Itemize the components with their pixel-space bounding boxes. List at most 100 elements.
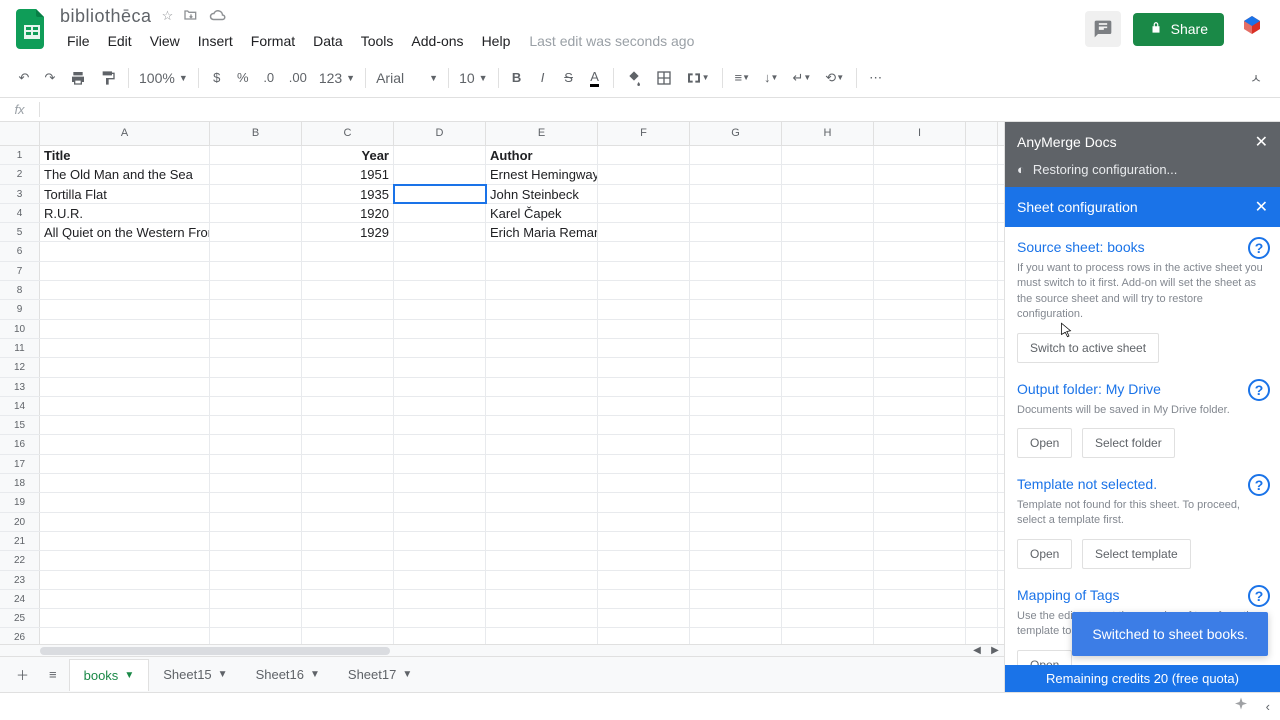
row-header[interactable]: 14 — [0, 397, 40, 415]
cell[interactable] — [598, 262, 690, 280]
cell[interactable] — [598, 455, 690, 473]
cell[interactable] — [598, 146, 690, 164]
cell[interactable] — [782, 455, 874, 473]
cell[interactable] — [210, 571, 302, 589]
cell[interactable] — [40, 339, 210, 357]
cell[interactable] — [874, 146, 966, 164]
cell[interactable] — [302, 532, 394, 550]
cell[interactable] — [966, 590, 998, 608]
cell[interactable] — [210, 300, 302, 318]
cell[interactable] — [782, 590, 874, 608]
cell[interactable] — [690, 590, 782, 608]
cell[interactable]: 1951 — [302, 165, 394, 183]
cell[interactable] — [782, 204, 874, 222]
number-format-select[interactable]: 123▼ — [315, 68, 359, 88]
cell[interactable] — [966, 339, 998, 357]
cell[interactable]: The Old Man and the Sea — [40, 165, 210, 183]
switch-sheet-button[interactable]: Switch to active sheet — [1017, 333, 1159, 363]
italic-button[interactable]: I — [531, 65, 555, 91]
cell[interactable] — [302, 378, 394, 396]
text-color-button[interactable]: A — [583, 65, 607, 91]
cell[interactable] — [782, 416, 874, 434]
cell[interactable] — [598, 397, 690, 415]
cell[interactable] — [966, 242, 998, 260]
horizontal-align-button[interactable]: ≡▼ — [729, 65, 757, 91]
cell[interactable] — [782, 571, 874, 589]
cell[interactable] — [782, 474, 874, 492]
cell[interactable] — [966, 358, 998, 376]
cell[interactable] — [598, 281, 690, 299]
row-header[interactable]: 20 — [0, 513, 40, 531]
cell[interactable] — [486, 532, 598, 550]
cell[interactable] — [210, 281, 302, 299]
col-header-A[interactable]: A — [40, 122, 210, 145]
cell[interactable] — [210, 223, 302, 241]
cell[interactable] — [486, 628, 598, 644]
zoom-select[interactable]: 100% ▼ — [135, 68, 192, 88]
cell[interactable] — [210, 513, 302, 531]
rotate-button[interactable]: ⟲▼ — [819, 65, 850, 91]
cell[interactable] — [690, 185, 782, 203]
cell[interactable] — [210, 397, 302, 415]
print-button[interactable] — [64, 65, 92, 91]
menu-help[interactable]: Help — [475, 29, 518, 53]
cell[interactable] — [394, 551, 486, 569]
cell[interactable] — [394, 474, 486, 492]
cell[interactable] — [966, 416, 998, 434]
cell[interactable] — [966, 455, 998, 473]
vertical-align-button[interactable]: ↓▼ — [758, 65, 784, 91]
row-header[interactable]: 10 — [0, 320, 40, 338]
cell[interactable] — [690, 532, 782, 550]
cell[interactable] — [40, 378, 210, 396]
currency-button[interactable]: $ — [205, 65, 229, 91]
cell[interactable] — [210, 455, 302, 473]
cell[interactable] — [874, 281, 966, 299]
cell[interactable] — [874, 532, 966, 550]
more-button[interactable]: ⋯ — [863, 65, 888, 91]
cell[interactable] — [486, 378, 598, 396]
cell[interactable] — [210, 493, 302, 511]
cell[interactable]: All Quiet on the Western Front — [40, 223, 210, 241]
doc-title[interactable]: bibliothēca — [60, 6, 152, 27]
cell[interactable] — [874, 590, 966, 608]
close-sidebar-button[interactable]: ✕ — [1255, 132, 1268, 152]
cell[interactable] — [302, 493, 394, 511]
cell[interactable] — [874, 628, 966, 644]
cell[interactable] — [302, 590, 394, 608]
cell[interactable] — [394, 146, 486, 164]
cell[interactable] — [690, 223, 782, 241]
cell[interactable] — [210, 416, 302, 434]
cell[interactable] — [966, 609, 998, 627]
cell[interactable] — [690, 358, 782, 376]
cell[interactable] — [782, 532, 874, 550]
cell[interactable] — [302, 281, 394, 299]
cell[interactable] — [874, 551, 966, 569]
cell[interactable] — [690, 628, 782, 644]
sheets-logo[interactable] — [12, 9, 52, 49]
row-header[interactable]: 21 — [0, 532, 40, 550]
row-header[interactable]: 17 — [0, 455, 40, 473]
cell[interactable] — [394, 242, 486, 260]
cell[interactable] — [40, 532, 210, 550]
cell[interactable] — [966, 493, 998, 511]
cell[interactable] — [598, 320, 690, 338]
cell[interactable] — [782, 300, 874, 318]
cell[interactable]: Title — [40, 146, 210, 164]
cell[interactable] — [394, 185, 486, 203]
row-header[interactable]: 15 — [0, 416, 40, 434]
cell[interactable] — [302, 416, 394, 434]
cell[interactable] — [874, 185, 966, 203]
cell[interactable] — [394, 204, 486, 222]
menu-edit[interactable]: Edit — [101, 29, 139, 53]
cell[interactable] — [394, 609, 486, 627]
cell[interactable] — [782, 358, 874, 376]
select-template-button[interactable]: Select template — [1082, 539, 1191, 569]
cell[interactable] — [394, 339, 486, 357]
row-header[interactable]: 5 — [0, 223, 40, 241]
cell[interactable] — [40, 551, 210, 569]
cell[interactable] — [874, 242, 966, 260]
cell[interactable] — [782, 262, 874, 280]
cell[interactable] — [598, 474, 690, 492]
cell[interactable] — [874, 165, 966, 183]
cell[interactable] — [690, 320, 782, 338]
